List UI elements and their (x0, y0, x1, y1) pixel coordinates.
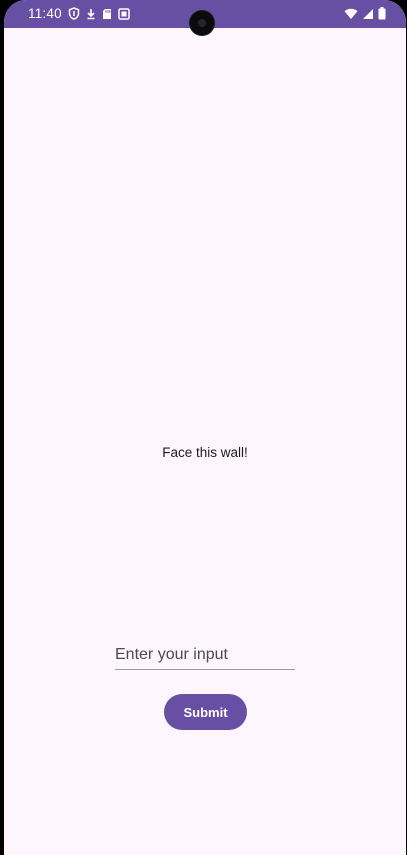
camera-lens (198, 19, 206, 27)
front-camera (190, 11, 214, 35)
status-left-group: 11:40 (28, 6, 130, 21)
text-input[interactable] (115, 643, 295, 670)
shield-icon (68, 7, 80, 20)
status-right-group (344, 7, 386, 20)
status-time: 11:40 (28, 6, 62, 21)
download-icon (86, 8, 96, 20)
submit-button[interactable]: Submit (164, 694, 247, 730)
sd-card-icon (102, 8, 112, 20)
battery-icon (378, 7, 386, 20)
screenshot-icon (118, 7, 130, 20)
app-screen: 11:40 Face this wall! Enter your input S… (4, 0, 406, 855)
wifi-icon (344, 8, 358, 20)
device-frame: 11:40 Face this wall! Enter your input S… (0, 0, 407, 855)
signal-icon (362, 8, 374, 20)
main-message: Face this wall! (162, 445, 248, 460)
